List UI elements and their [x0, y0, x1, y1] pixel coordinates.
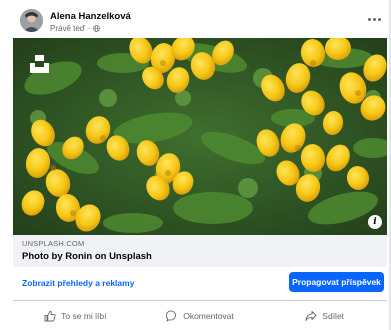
- post-header: Alena Hanzelková Právě teď ·: [0, 0, 391, 38]
- cta-row: Zobrazit přehledy a reklamy Propagovat p…: [13, 267, 387, 299]
- promote-post-button[interactable]: Propagovat příspěvek: [289, 272, 384, 292]
- post-image[interactable]: i: [13, 38, 387, 235]
- like-button[interactable]: To se mi líbí: [13, 301, 138, 330]
- view-insights-link[interactable]: Zobrazit přehledy a reklamy: [22, 278, 134, 288]
- post-card: Alena Hanzelková Právě teď · i UNSPLASH.…: [0, 0, 391, 330]
- action-bar: To se mi líbí Okomentovat Sdílet: [13, 301, 387, 330]
- comment-button[interactable]: Okomentovat: [138, 301, 263, 330]
- author-name[interactable]: Alena Hanzelková: [50, 11, 131, 22]
- post-meta: Právě teď ·: [50, 24, 101, 33]
- thumbs-up-icon: [44, 310, 56, 321]
- info-icon[interactable]: i: [368, 215, 382, 229]
- comment-icon: [166, 310, 177, 321]
- flower-photo: [13, 38, 387, 235]
- like-label: To se mi líbí: [61, 310, 107, 321]
- more-options-icon[interactable]: [364, 12, 384, 26]
- share-button[interactable]: Sdílet: [262, 301, 387, 330]
- link-domain: UNSPLASH.COM: [22, 239, 85, 248]
- share-label: Sdílet: [322, 310, 345, 321]
- unsplash-logo-icon: [30, 55, 49, 73]
- globe-icon[interactable]: [93, 25, 101, 32]
- link-preview[interactable]: UNSPLASH.COM Photo by Ronin on Unsplash: [13, 235, 387, 267]
- post-timestamp[interactable]: Právě teď: [50, 24, 85, 33]
- comment-label: Okomentovat: [183, 310, 234, 321]
- link-title[interactable]: Photo by Ronin on Unsplash: [22, 251, 152, 262]
- meta-separator: ·: [87, 24, 91, 33]
- share-icon: [305, 310, 317, 321]
- avatar[interactable]: [20, 9, 43, 32]
